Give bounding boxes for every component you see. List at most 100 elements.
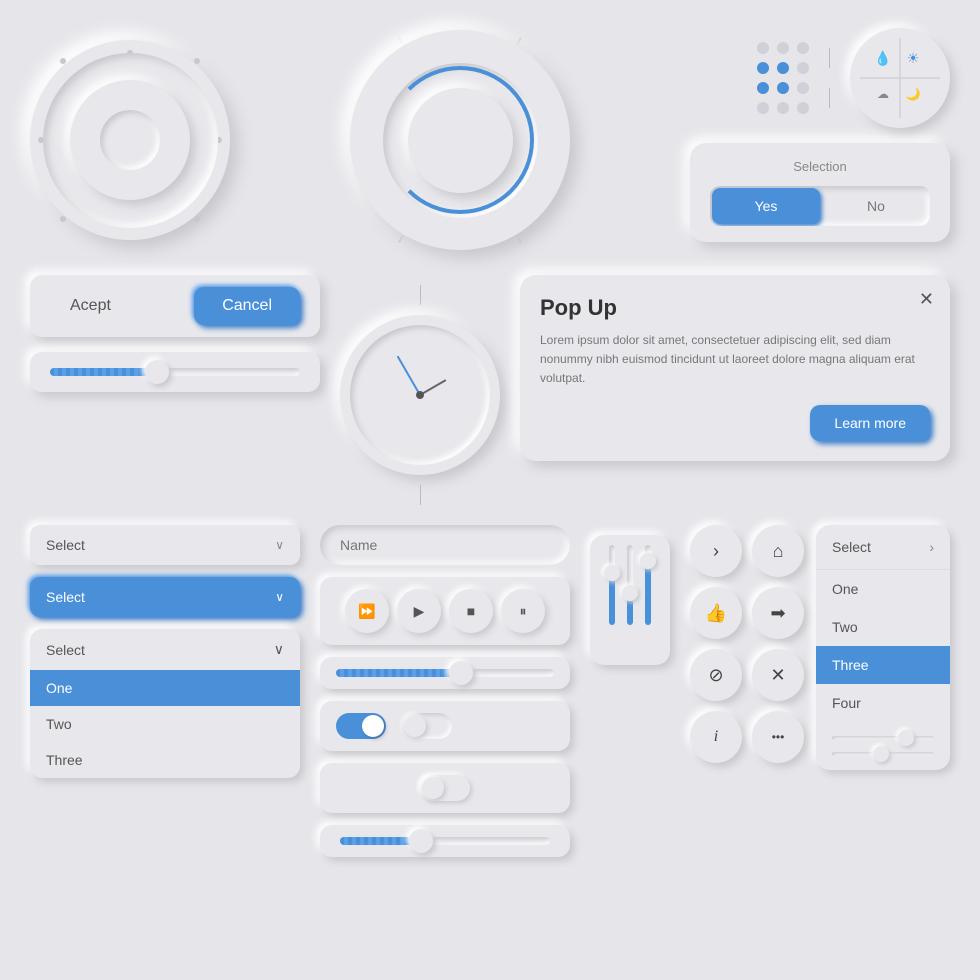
clock-top-line	[420, 285, 421, 305]
right-dropdown-label: Select	[832, 539, 871, 555]
right-dropdown: Select › One Two Three Four	[816, 525, 950, 770]
dot-4	[757, 62, 769, 74]
dot-6	[797, 62, 809, 74]
toggle-thumb-off	[404, 715, 426, 737]
vert-track-3	[645, 545, 651, 625]
stop-button[interactable]: ■	[449, 589, 493, 633]
right-dropdown-header[interactable]: Select ›	[816, 525, 950, 570]
mobile-frame	[590, 535, 670, 665]
thumbsup-button[interactable]: 👍	[690, 587, 742, 639]
dropdown-item-three[interactable]: Three	[30, 742, 300, 778]
toggle-switch-on[interactable]	[336, 713, 386, 739]
clock-inner	[350, 325, 490, 465]
media-column: ⏩ ▶ ■ ⏸	[320, 525, 570, 857]
chevron-down-blue-icon: ∨	[275, 590, 284, 604]
accept-button[interactable]: Acept	[50, 289, 131, 323]
dr-thumb-1[interactable]	[898, 730, 914, 746]
dropdown-expanded-header[interactable]: Select ∨	[30, 629, 300, 670]
play-button[interactable]: ▶	[397, 589, 441, 633]
icon-buttons-grid: › ⌂ 👍 ➡ ⊘ ✕ i •••	[690, 525, 804, 770]
home-button[interactable]: ⌂	[752, 525, 804, 577]
vert-fill-2	[627, 597, 633, 625]
dot-2	[777, 42, 789, 54]
mobile-frame-section	[590, 535, 670, 665]
dropdown-blue[interactable]: Select ∨	[30, 577, 300, 617]
dropdown-plain[interactable]: Select ∨	[30, 525, 300, 565]
brightness-knob[interactable]	[345, 25, 575, 255]
name-input[interactable]	[320, 525, 570, 565]
dropdown-expanded-label: Select	[46, 642, 85, 658]
forward-button[interactable]: ➡	[752, 587, 804, 639]
popup-section: ✕ Pop Up Lorem ipsum dolor sit amet, con…	[520, 275, 950, 461]
dropdown-item-two[interactable]: Two	[30, 706, 300, 742]
weather-wheel[interactable]: ☀ 💧 ☁ 🌙	[850, 28, 950, 128]
clock-dial[interactable]	[340, 315, 500, 475]
toggle-no[interactable]: No	[822, 186, 930, 226]
vert-thumb-2[interactable]	[622, 585, 638, 601]
left-controls: Acept Cancel	[30, 275, 320, 392]
vert-track-2	[627, 545, 633, 625]
toggle-switch-off[interactable]	[402, 713, 452, 739]
sun-ring	[383, 63, 538, 218]
volume-knob[interactable]	[30, 40, 230, 240]
right-dropdown-item-four[interactable]: Four	[816, 684, 950, 722]
vert-thumb-1[interactable]	[604, 565, 620, 581]
right-dropdown-item-two[interactable]: Two	[816, 608, 950, 646]
dropdown-item-one[interactable]: One	[30, 670, 300, 706]
learn-more-button[interactable]: Learn more	[810, 405, 930, 441]
blue-slider-fill	[336, 669, 456, 677]
button-group: Acept Cancel	[30, 275, 320, 337]
popup-title: Pop Up	[540, 295, 930, 321]
dropdown-blue-label: Select	[46, 589, 85, 605]
sun-inner	[408, 88, 513, 193]
dr-thumb-2[interactable]	[873, 746, 889, 762]
pause-button[interactable]: ⏸	[501, 589, 545, 633]
popup-text: Lorem ipsum dolor sit amet, consectetuer…	[540, 331, 930, 389]
vert-fill-1	[609, 577, 615, 625]
row-2: Acept Cancel	[30, 275, 950, 505]
dot-8	[777, 82, 789, 94]
knob-outer-ring	[43, 53, 218, 228]
small-toggle-container	[320, 763, 570, 813]
chevron-down-icon: ∨	[275, 538, 284, 552]
toggle-group: Yes No	[710, 186, 930, 226]
popup-close-button[interactable]: ✕	[919, 289, 934, 310]
vert-fill-3	[645, 565, 651, 625]
clock-bottom-line	[420, 485, 421, 505]
dropdown-expanded: Select ∨ One Two Three	[30, 629, 300, 778]
right-dropdown-item-three[interactable]: Three	[816, 646, 950, 684]
main-slider-container	[30, 352, 320, 392]
right-dropdown-item-one[interactable]: One	[816, 570, 950, 608]
clock-center	[416, 391, 424, 399]
chevron-right-icon: ›	[929, 539, 934, 555]
right-dropdown-sliders	[816, 722, 950, 770]
bottom-slider-track	[340, 837, 550, 845]
blue-slider-container	[320, 657, 570, 689]
dot-12	[797, 102, 809, 114]
toggles-row	[320, 701, 570, 751]
clock-section	[340, 285, 500, 505]
toggle-thumb-on	[362, 715, 384, 737]
sun-knob-outer	[350, 30, 570, 250]
name-input-wrapper	[320, 525, 570, 565]
info-button[interactable]: i	[690, 711, 742, 763]
cancel-button[interactable]: Cancel	[194, 287, 300, 325]
toggle-switch-small[interactable]	[420, 775, 470, 801]
fast-forward-button[interactable]: ⏩	[345, 589, 389, 633]
dot-3	[797, 42, 809, 54]
blue-slider-track	[336, 669, 554, 677]
selection-label: Selection	[710, 159, 930, 174]
svg-text:💧: 💧	[874, 50, 891, 67]
toggle-yes[interactable]: Yes	[712, 188, 820, 224]
close-button[interactable]: ✕	[752, 649, 804, 701]
vert-thumb-3[interactable]	[640, 553, 656, 569]
block-button[interactable]: ⊘	[690, 649, 742, 701]
more-button[interactable]: •••	[752, 711, 804, 763]
bottom-slider-thumb[interactable]	[409, 829, 433, 853]
slider-thumb[interactable]	[145, 360, 169, 384]
blue-slider-thumb[interactable]	[449, 661, 473, 685]
chevron-right-button[interactable]: ›	[690, 525, 742, 577]
weather-wheel-svg: ☀ 💧 ☁ 🌙	[855, 33, 945, 123]
knob-center	[100, 110, 160, 170]
knob-inner-ring	[70, 80, 190, 200]
